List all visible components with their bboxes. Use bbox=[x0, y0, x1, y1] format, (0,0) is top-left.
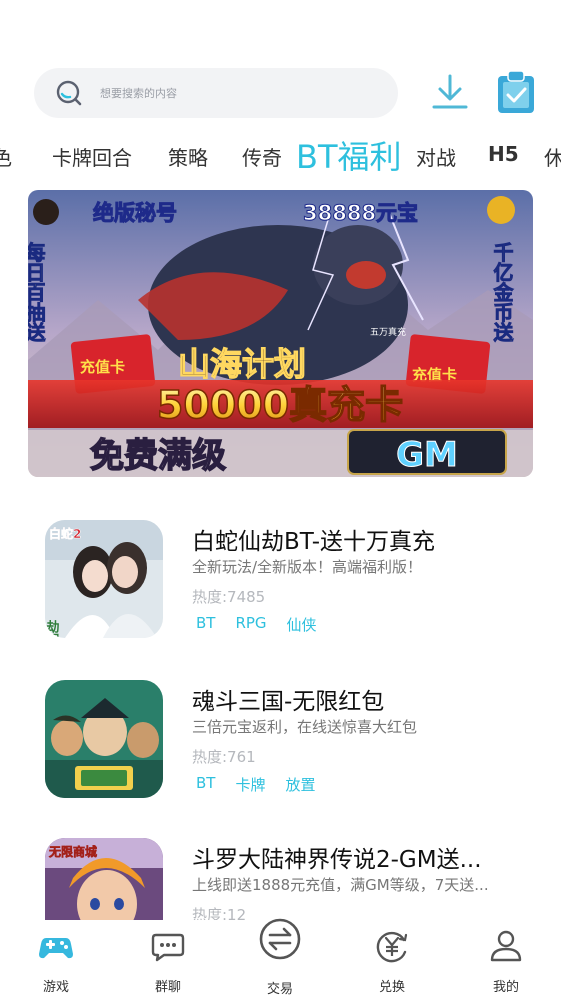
game-desc: 全新玩法/全新版本！高端福利版！ bbox=[192, 558, 423, 576]
tab-strategy[interactable]: 策略 bbox=[168, 142, 208, 171]
nav-item-group-chat[interactable]: 群聊 bbox=[128, 920, 208, 999]
nav-item-trade[interactable]: 交易 bbox=[240, 918, 320, 999]
nav-label: 我的 bbox=[492, 980, 519, 995]
game-title[interactable]: 斗罗大陆神界传说2-GM送... bbox=[192, 840, 512, 874]
nav-label: 兑换 bbox=[378, 980, 405, 995]
game-item-1[interactable]: 白蛇2 劫起 白蛇仙劫BT-送十万真充 全新玩法/全新版本！高端福利版！ 热度:… bbox=[0, 520, 561, 650]
download-icon[interactable] bbox=[428, 70, 472, 114]
nav-label: 交易 bbox=[266, 982, 293, 997]
game-thumb-label: 无限商城 bbox=[48, 844, 97, 859]
tab-partial-right[interactable]: 休 bbox=[544, 142, 561, 171]
game-thumbnail[interactable] bbox=[45, 680, 163, 798]
game-thumb-badge: 劫起 bbox=[45, 619, 60, 638]
banner-gm: GM bbox=[396, 435, 458, 475]
game-heat: 热度:761 bbox=[192, 748, 256, 766]
game-tag: 放置 bbox=[285, 776, 316, 794]
gamepad-icon bbox=[39, 938, 73, 959]
banner-top-right: 38888元宝 bbox=[303, 201, 418, 225]
banner-top-left: 绝版秘号 bbox=[93, 201, 177, 225]
tab-h5[interactable]: H5 bbox=[488, 142, 519, 166]
promo-banner[interactable]: 绝版秘号 38888元宝 每日百抽送 千亿金币送 充值卡 充值卡 山海计划 五万… bbox=[28, 190, 533, 477]
banner-right-side: 千亿金币送 bbox=[490, 242, 514, 343]
game-tag: BT bbox=[196, 614, 216, 632]
game-item-2[interactable]: 魂斗三国-无限红包 三倍元宝返利，在线送惊喜大红包 热度:761 BT 卡牌 放… bbox=[0, 680, 561, 810]
banner-left-side: 每日百抽送 bbox=[28, 241, 46, 343]
game-title[interactable]: 魂斗三国-无限红包 bbox=[192, 682, 512, 716]
nav-label: 群聊 bbox=[154, 980, 181, 995]
search-icon bbox=[56, 80, 82, 106]
tab-battle[interactable]: 对战 bbox=[416, 142, 456, 171]
game-thumb-label: 白蛇2 bbox=[49, 526, 81, 541]
game-tags: BT 卡牌 放置 bbox=[196, 774, 335, 795]
banner-logo-badge: 五万真充 bbox=[370, 326, 406, 338]
task-clipboard-icon[interactable] bbox=[494, 68, 538, 116]
game-title[interactable]: 白蛇仙劫BT-送十万真充 bbox=[192, 522, 512, 556]
search-input[interactable]: 想要搜索的内容 bbox=[100, 85, 177, 101]
tab-bt-welfare[interactable]: BT福利 bbox=[296, 132, 402, 178]
chat-icon bbox=[151, 933, 185, 962]
game-desc: 三倍元宝返利，在线送惊喜大红包 bbox=[192, 718, 418, 736]
game-tag: 仙侠 bbox=[286, 616, 317, 634]
nav-item-me[interactable]: 我的 bbox=[466, 920, 546, 999]
search-bar[interactable]: 想要搜索的内容 bbox=[34, 68, 398, 118]
bottom-nav: 游戏 群聊 交易 兑换 我的 bbox=[0, 918, 561, 999]
nav-item-exchange[interactable]: 兑换 bbox=[352, 920, 432, 999]
game-tags: BT RPG 仙侠 bbox=[196, 614, 337, 635]
game-desc: 上线即送1888元充值，满GM等级，7天送... bbox=[192, 876, 489, 894]
exchange-yuan-icon bbox=[376, 931, 408, 963]
banner-logo: 山海计划 bbox=[178, 345, 306, 383]
game-heat: 热度:7485 bbox=[192, 588, 266, 606]
game-tag: 卡牌 bbox=[235, 776, 266, 794]
game-tag: BT bbox=[196, 774, 216, 792]
category-tabs: 色 卡牌回合 策略 传奇 BT福利 对战 H5 休 bbox=[0, 128, 561, 180]
banner-subline: 免费满级 bbox=[90, 436, 226, 476]
tab-card-turn[interactable]: 卡牌回合 bbox=[52, 142, 132, 171]
nav-label: 游戏 bbox=[42, 980, 69, 995]
user-icon bbox=[490, 930, 522, 962]
game-thumbnail[interactable]: 白蛇2 劫起 bbox=[45, 520, 163, 638]
tab-legend[interactable]: 传奇 bbox=[242, 142, 282, 171]
banner-headline: 50000真充卡 bbox=[157, 383, 403, 427]
nav-item-games[interactable]: 游戏 bbox=[16, 920, 96, 999]
tab-partial-left[interactable]: 色 bbox=[0, 142, 12, 171]
banner-card-left: 充值卡 bbox=[80, 358, 125, 376]
game-tag: RPG bbox=[235, 614, 267, 632]
trade-icon bbox=[259, 918, 301, 960]
